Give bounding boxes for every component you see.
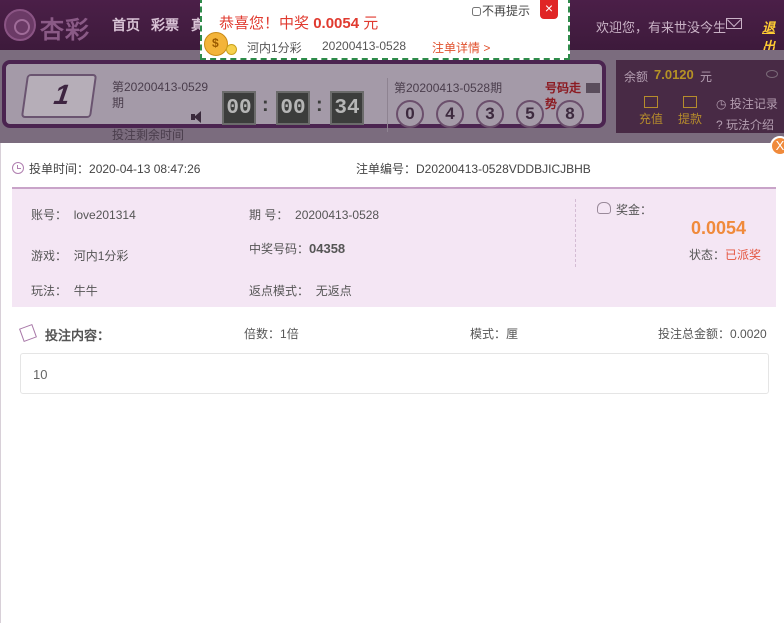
countdown-separator: : xyxy=(262,94,269,116)
multiple-info: 倍数：1倍 xyxy=(244,327,299,341)
draw-ball: 3 xyxy=(476,100,504,128)
trend-link[interactable]: 号码走势 xyxy=(545,80,581,112)
bet-time: 投单时间：2020-04-13 08:47:26 xyxy=(29,162,201,176)
lottery-logo: 1 xyxy=(20,74,98,118)
prize-amount: 0.0054 xyxy=(691,218,747,238)
status-info: 状态：已派奖 xyxy=(689,248,762,262)
countdown-seconds: 34 xyxy=(330,91,364,125)
balance-label: 余额 xyxy=(624,70,649,84)
mode-info: 模式：厘 xyxy=(470,327,519,341)
bet-records-label: 投注记录 xyxy=(729,97,778,111)
bet-detail-link[interactable]: 注单详情 > xyxy=(432,39,490,56)
chart-icon[interactable] xyxy=(586,83,600,93)
status-badge: 已派奖 xyxy=(725,248,762,262)
play-intro-label: 玩法介绍 xyxy=(726,118,775,132)
draw-ball: 5 xyxy=(516,100,544,128)
nav-home[interactable]: 首页 xyxy=(112,15,140,35)
balance-value: 7.0120 xyxy=(654,67,694,82)
last-period: 第20200413-0528期 xyxy=(394,81,503,95)
divider xyxy=(575,199,576,267)
period-info: 期 号： 20200413-0528 xyxy=(249,208,380,222)
win-message: 恭喜您！中奖 0.0054 元 xyxy=(219,15,379,32)
eye-icon[interactable] xyxy=(766,70,778,78)
no-remind-checkbox[interactable] xyxy=(472,7,481,16)
no-remind-option[interactable]: 不再提示 xyxy=(472,2,530,19)
money-bag-icon xyxy=(202,26,237,58)
recharge-label: 充值 xyxy=(638,112,663,126)
sound-icon[interactable] xyxy=(191,110,205,124)
draw-ball: 0 xyxy=(396,100,424,128)
logo-mark-icon xyxy=(4,9,36,41)
draw-ball: 4 xyxy=(436,100,464,128)
account-panel: 余额 7.0120 元 充值 提款 ◷ 投注记录 ? 玩法介绍 xyxy=(616,60,784,133)
total-amount-info: 投注总金额：0.0020 xyxy=(658,327,767,341)
recharge-button[interactable]: 充值 xyxy=(634,96,668,132)
game-info: 游戏： 河内1分彩 xyxy=(31,249,129,263)
bet-content-value: 10 xyxy=(33,367,48,382)
no-remind-label: 不再提示 xyxy=(482,4,531,18)
logo-text: 杏彩 xyxy=(40,15,90,44)
win-number: 04358 xyxy=(309,241,346,256)
countdown-separator: : xyxy=(316,94,323,116)
account-info: 账号： love201314 xyxy=(31,208,136,222)
bet-content-box: 10 xyxy=(20,353,769,394)
site-logo[interactable]: 杏彩 xyxy=(4,6,92,44)
play-intro-link[interactable]: ? 玩法介绍 xyxy=(716,116,774,133)
countdown-hours: 00 xyxy=(222,91,256,125)
popup-game-name: 河内1分彩 xyxy=(247,41,302,55)
game-panel-overlay: 1 第20200413-0529期 投注剩余时间 00 : 00 : 34 第2… xyxy=(0,50,784,143)
bet-records-link[interactable]: ◷ 投注记录 xyxy=(716,95,778,112)
countdown-label: 投注剩余时间 xyxy=(112,128,185,142)
clock-icon xyxy=(12,162,24,174)
withdraw-button[interactable]: 提款 xyxy=(673,96,707,132)
bet-info-box: 账号： love201314 期 号： 20200413-0528 游戏： 河内… xyxy=(12,187,776,307)
balance-unit: 元 xyxy=(700,70,713,84)
play-info: 玩法： 牛牛 xyxy=(31,284,98,298)
rebate-info: 返点模式： 无返点 xyxy=(249,284,352,298)
current-period: 第20200413-0529期 xyxy=(112,80,209,110)
mail-icon[interactable] xyxy=(726,18,742,29)
notepad-icon xyxy=(19,324,37,342)
welcome-text: 欢迎您，有来世没今生 xyxy=(596,20,727,35)
divider xyxy=(387,78,388,132)
recharge-icon xyxy=(644,96,658,108)
prize-label: 奖金： xyxy=(616,203,653,217)
bet-content-title: 投注内容： xyxy=(45,328,111,343)
withdraw-label: 提款 xyxy=(677,112,702,126)
draw-panel: 1 第20200413-0529期 投注剩余时间 00 : 00 : 34 第2… xyxy=(2,60,606,142)
money-bag-icon xyxy=(597,202,611,214)
popup-period: 20200413-0528 xyxy=(322,39,407,53)
close-popup-button[interactable]: × xyxy=(540,0,558,19)
countdown-minutes: 00 xyxy=(276,91,310,125)
win-amount: 0.0054 xyxy=(313,15,360,32)
nav-lottery[interactable]: 彩票 xyxy=(151,15,179,35)
order-number: 注单编号：D20200413-0528VDDBJICJBHB xyxy=(356,162,591,176)
bet-detail-dialog: 投单时间：2020-04-13 08:47:26 注单编号：D20200413-… xyxy=(0,143,784,623)
close-dialog-button[interactable]: X xyxy=(770,136,784,156)
withdraw-icon xyxy=(683,96,697,108)
win-number-info: 中奖号码：04358 xyxy=(249,241,346,256)
win-notification-popup: 恭喜您！中奖 0.0054 元 河内1分彩 20200413-0528 注单详情… xyxy=(200,0,570,60)
